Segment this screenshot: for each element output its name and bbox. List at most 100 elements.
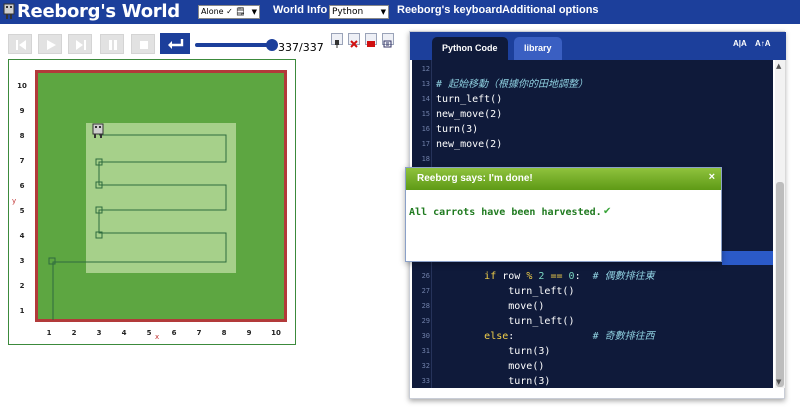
tab-python-code[interactable]: Python Code (432, 37, 508, 60)
speed-slider-handle[interactable] (266, 39, 278, 51)
code-line[interactable]: 28 move() (412, 299, 773, 314)
code-line[interactable]: 30 else: # 奇數排往西 (412, 329, 773, 344)
scroll-up-icon[interactable]: ▲ (776, 62, 781, 70)
y-tick: 8 (20, 132, 25, 140)
line-number: 12 (421, 65, 430, 73)
world-info-button[interactable]: World Info (273, 4, 327, 16)
editor-tabs: Python Code library A|A A↑A (410, 32, 786, 60)
tab-library[interactable]: library (514, 37, 562, 60)
close-icon[interactable]: × (709, 171, 715, 183)
code-line[interactable]: 16 turn(3) (412, 122, 773, 137)
line-number: 27 (421, 287, 430, 295)
pin-icon[interactable] (331, 33, 343, 48)
app-title: Reeborg's World (17, 1, 180, 22)
code-text: turn_left() (436, 94, 503, 105)
code-text: turn(3) (436, 346, 551, 357)
x-tick: 7 (197, 329, 202, 337)
y-tick: 7 (20, 157, 25, 165)
code-text: move() (436, 301, 545, 312)
pause-button[interactable] (100, 34, 124, 54)
step-button[interactable] (68, 34, 92, 54)
x-tick: 5 (147, 329, 152, 337)
mode-select[interactable]: Alone ✓ 🗒 ▼ (198, 5, 260, 19)
line-number: 17 (421, 140, 430, 148)
y-tick: 3 (20, 257, 25, 265)
line-number: 32 (421, 362, 430, 370)
line-number: 13 (421, 80, 430, 88)
line-number: 33 (421, 377, 430, 385)
x-tick: 6 (172, 329, 177, 337)
x-tick: 1 (47, 329, 52, 337)
run-icon (47, 40, 56, 50)
close-icon[interactable] (348, 33, 360, 48)
code-line[interactable]: 14 turn_left() (412, 92, 773, 107)
edit-icon[interactable] (382, 33, 394, 48)
world-canvas[interactable]: 1 2 3 4 5 6 7 8 9 10 x 1 2 3 4 5 6 7 8 9… (8, 59, 296, 345)
y-tick: 4 (20, 232, 25, 240)
x-tick: 3 (97, 329, 102, 337)
line-number: 31 (421, 347, 430, 355)
reeborg-robot-icon (3, 3, 15, 19)
editor-scrollbar-thumb[interactable] (776, 182, 784, 387)
step-icon (76, 40, 86, 50)
reload-button[interactable] (160, 33, 190, 54)
code-line[interactable]: 17 new_move(2) (412, 137, 773, 152)
code-line[interactable]: 15 new_move(2) (412, 107, 773, 122)
code-line[interactable]: 18 (412, 152, 773, 167)
keyboard-button[interactable]: Reeborg's keyboard (397, 4, 502, 16)
x-tick: 4 (122, 329, 127, 337)
go-to-start-icon (16, 40, 26, 50)
y-tick: 1 (20, 307, 25, 315)
y-tick: 5 (20, 207, 25, 215)
line-number: 30 (421, 332, 430, 340)
y-tick: 9 (20, 107, 25, 115)
additional-options-button[interactable]: Additional options (502, 4, 599, 16)
code-text: if row % 2 == 0: # 偶數排往東 (484, 271, 655, 282)
scroll-down-icon[interactable]: ▼ (776, 378, 781, 386)
line-number: 15 (421, 110, 430, 118)
line-number: 16 (421, 125, 430, 133)
code-text: turn_left() (436, 316, 575, 327)
code-line[interactable]: 27 turn_left() (412, 284, 773, 299)
x-tick: 9 (247, 329, 252, 337)
flag-icon[interactable] (365, 33, 377, 47)
x-tick: 10 (271, 329, 281, 337)
code-line[interactable]: 13 # 起始移動（根據你的田地調整） (412, 77, 773, 92)
code-line[interactable]: 29 turn_left() (412, 314, 773, 329)
reload-icon (168, 39, 184, 49)
line-number: 29 (421, 317, 430, 325)
code-line[interactable]: 31 turn(3) (412, 344, 773, 359)
language-select[interactable]: Python ▼ (329, 5, 389, 19)
font-decrease-button[interactable]: A|A (733, 39, 747, 48)
line-number: 28 (421, 302, 430, 310)
step-counter: 337/337 (278, 41, 324, 54)
x-tick: 2 (72, 329, 77, 337)
stop-icon (140, 41, 148, 49)
dialog-title: Reeborg says: I'm done! (417, 173, 533, 184)
dialog-header: Reeborg says: I'm done! × (406, 168, 721, 190)
code-line[interactable]: 12 (412, 62, 773, 77)
code-line[interactable]: 32 move() (412, 359, 773, 374)
current-line-highlight (722, 251, 773, 265)
stop-button[interactable] (131, 34, 155, 54)
line-number: 18 (421, 155, 430, 163)
line-number: 26 (421, 272, 430, 280)
code-text: new_move(2) (436, 139, 503, 150)
y-tick: 6 (20, 182, 25, 190)
y-axis-label: y (12, 197, 16, 205)
code-text: # 起始移動（根據你的田地調整） (436, 79, 589, 90)
y-tick: 10 (17, 82, 27, 90)
code-text: move() (436, 361, 545, 372)
reeborg-dialog: Reeborg says: I'm done! × All carrots ha… (405, 167, 722, 262)
run-button[interactable] (38, 34, 62, 54)
speed-slider-track[interactable] (195, 43, 271, 47)
font-increase-button[interactable]: A↑A (755, 39, 771, 48)
y-tick: 2 (20, 282, 25, 290)
code-line[interactable]: 33 turn(3) (412, 374, 773, 388)
code-line[interactable]: 26 if row % 2 == 0: # 偶數排往東 (412, 269, 773, 284)
code-text: else: # 奇數排往西 (484, 331, 655, 342)
top-menu-bar: Reeborg's World Alone ✓ 🗒 ▼ World Info Py… (0, 0, 800, 24)
go-to-start-button[interactable] (8, 34, 32, 54)
harvested-field (86, 123, 236, 273)
chevron-down-icon: ▼ (380, 8, 386, 16)
